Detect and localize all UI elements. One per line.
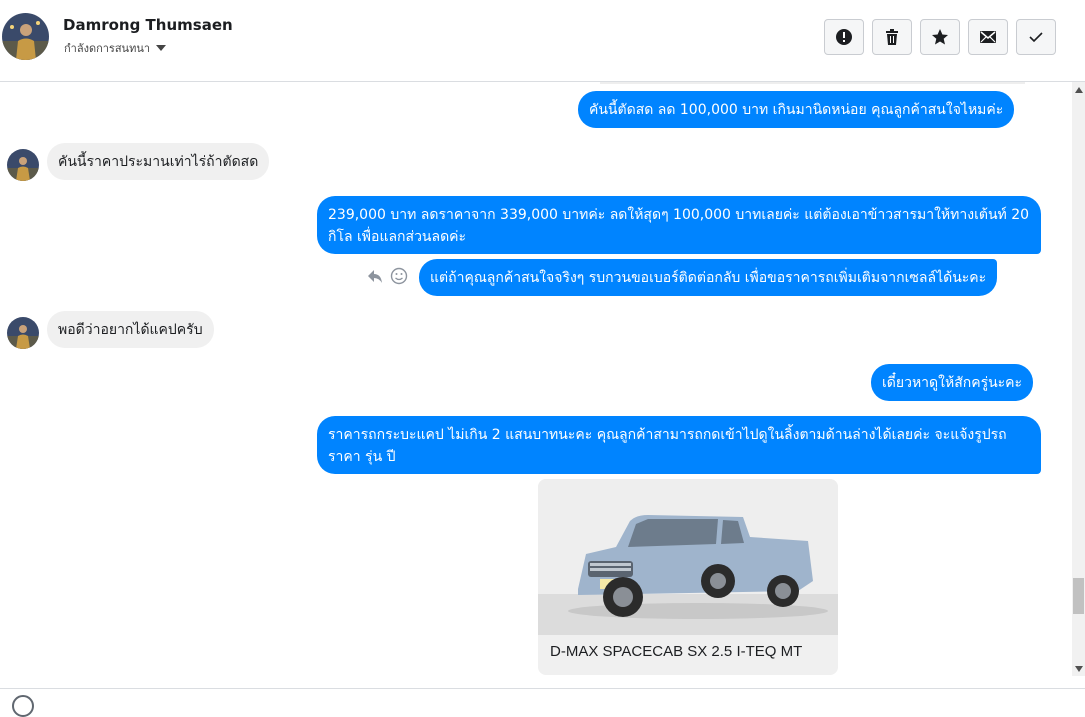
message-tools	[366, 267, 408, 285]
link-preview-title: D-MAX SPACECAB SX 2.5 I-TEQ MT	[550, 643, 803, 660]
exclamation-circle-icon	[836, 29, 852, 45]
message-bubble-outgoing[interactable]: แต่ถ้าคุณลูกค้าสนใจจริงๆ รบกวนขอเบอร์ติด…	[419, 259, 998, 296]
divider	[600, 82, 1025, 84]
mark-done-button[interactable]	[1016, 19, 1056, 55]
sender-avatar[interactable]	[7, 317, 39, 349]
thread-scrollbar[interactable]	[1072, 82, 1085, 676]
message-bubble-incoming[interactable]: คันนี้ราคาประมานเท่าไร่ถ้าตัดสด	[47, 143, 270, 180]
star-icon	[932, 29, 948, 45]
message-bubble-outgoing[interactable]: ราคารถกระบะแคป ไม่เกิน 2 แสนบาทนะคะ คุณล…	[317, 416, 1041, 474]
sender-avatar[interactable]	[7, 149, 39, 181]
conversation-status-label: กำลังดการสนทนา	[64, 42, 151, 55]
composer-add-icon[interactable]	[12, 695, 34, 717]
trash-icon	[886, 29, 898, 45]
scrollbar-thumb[interactable]	[1073, 578, 1084, 614]
scroll-down-arrow-icon[interactable]	[1075, 666, 1083, 672]
caret-down-icon	[156, 45, 167, 51]
message-bubble-incoming[interactable]: พอดีว่าอยากได้แคปครับ	[47, 311, 214, 348]
contact-avatar[interactable]	[2, 13, 49, 60]
reply-icon[interactable]	[366, 267, 384, 285]
conversation-header: Damrong Thumsaen กำลังดการสนทนา	[0, 0, 1085, 82]
message-thread[interactable]: คันนี้ตัดสด ลด 100,000 บาท เกินมานิดหน่อ…	[0, 82, 1072, 688]
composer-bar	[0, 688, 1085, 717]
link-preview-card[interactable]: D-MAX SPACECAB SX 2.5 I-TEQ MT	[538, 479, 838, 675]
pickup-truck-image	[538, 479, 838, 635]
mark-unread-button[interactable]	[968, 19, 1008, 55]
header-actions	[824, 19, 1056, 55]
message-bubble-outgoing[interactable]: เดี๋ยวหาดูให้สักครู่นะคะ	[871, 364, 1034, 401]
scroll-up-arrow-icon[interactable]	[1075, 87, 1083, 93]
contact-name: Damrong Thumsaen	[63, 16, 233, 34]
conversation-status-dropdown[interactable]: กำลังดการสนทนา	[64, 39, 167, 57]
checkmark-icon	[1029, 32, 1043, 43]
delete-button[interactable]	[872, 19, 912, 55]
envelope-icon	[980, 31, 996, 43]
report-button[interactable]	[824, 19, 864, 55]
emoji-reaction-icon[interactable]	[390, 267, 408, 285]
message-bubble-outgoing[interactable]: 239,000 บาท ลดราคาจาก 339,000 บาทค่ะ ลดใ…	[317, 196, 1041, 254]
message-bubble-outgoing[interactable]: คันนี้ตัดสด ลด 100,000 บาท เกินมานิดหน่อ…	[578, 91, 1015, 128]
star-button[interactable]	[920, 19, 960, 55]
